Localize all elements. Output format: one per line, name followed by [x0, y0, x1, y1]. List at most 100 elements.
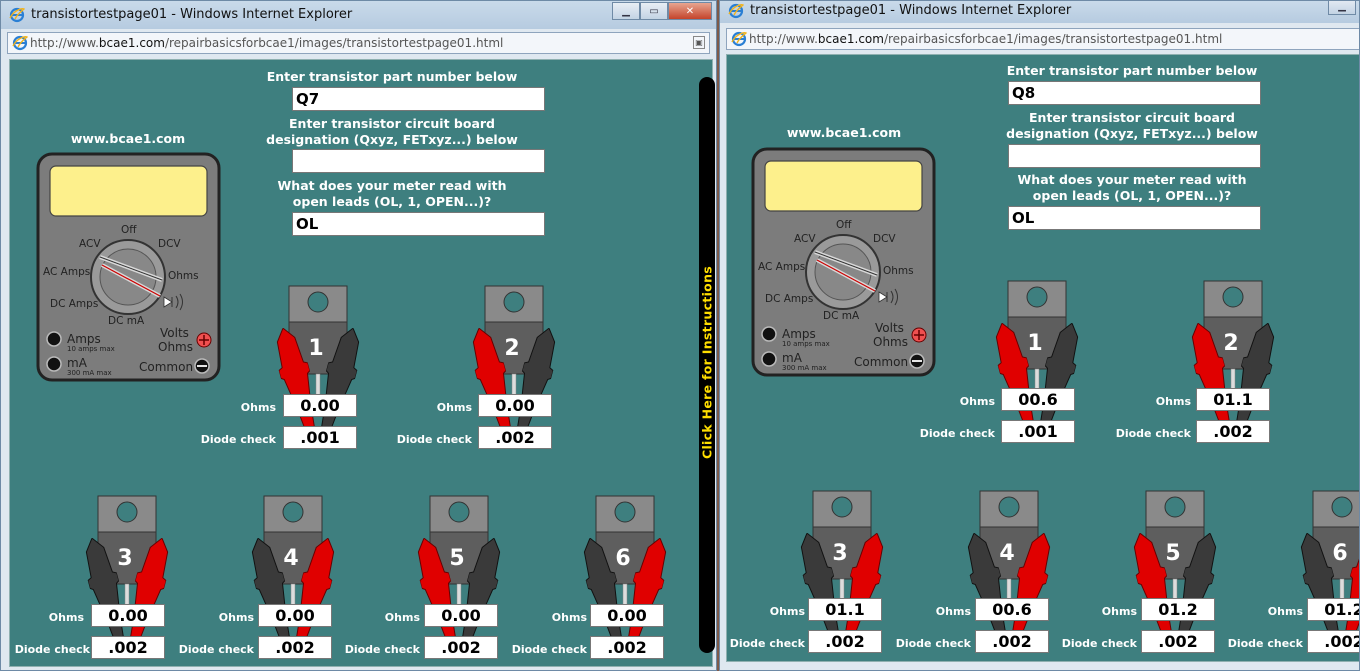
part-number-input[interactable]: Q7	[292, 87, 545, 111]
transistor-4-number: 4	[283, 546, 299, 571]
maximize-button[interactable]: ▭	[640, 2, 668, 20]
page-content: Enter transistor part number below Q7 En…	[9, 59, 715, 667]
ohms-label: Ohms	[959, 395, 995, 408]
diode-check-label: Diode check	[919, 427, 995, 440]
transistor-6-ohms: 01.2	[1307, 598, 1359, 621]
designation-input[interactable]	[1008, 144, 1261, 168]
transistor-3: 3	[55, 450, 195, 660]
designation-label-line1: Enter transistor circuit board	[289, 116, 495, 131]
meter-acv-label: ACV	[79, 238, 101, 250]
url-text[interactable]: http://www.bcae1.com/repairbasicsforbcae…	[30, 36, 503, 50]
ma-jack-sublabel: 300 mA max	[782, 364, 827, 372]
ie-page-icon	[12, 35, 28, 51]
meter-dc-ma-label: DC mA	[823, 310, 860, 322]
part-number-label: Enter transistor part number below	[266, 69, 518, 84]
site-label: www.bcae1.com	[70, 131, 186, 146]
open-leads-label-line2: open leads (OL, 1, OPEN...)?	[1032, 188, 1232, 203]
ohms-jack-label: Ohms	[873, 335, 908, 349]
part-number-input[interactable]: Q8	[1008, 81, 1261, 105]
amps-jack-sublabel: 10 amps max	[782, 340, 830, 348]
window-title: transistortestpage01 - Windows Internet …	[31, 7, 353, 22]
title-bar[interactable]: transistortestpage01 - Windows Internet …	[720, 1, 1359, 23]
diode-check-label: Diode check	[895, 637, 971, 650]
designation-input[interactable]	[292, 149, 545, 173]
ohms-label: Ohms	[1267, 605, 1303, 618]
amps-jack-label: Amps	[67, 332, 101, 346]
transistor-5-ohms: 01.2	[1141, 598, 1215, 621]
amps-jack-sublabel: 10 amps max	[67, 345, 115, 353]
transistor-1-number: 1	[1027, 331, 1043, 356]
title-bar[interactable]: transistortestpage01 - Windows Internet …	[1, 1, 716, 29]
ma-jack-label: mA	[782, 351, 802, 365]
minimize-button[interactable]: ▁	[612, 2, 640, 20]
diode-check-label: Diode check	[14, 643, 90, 656]
transistor-2-diode: .002	[478, 426, 552, 449]
transistor-4-ohms: 00.6	[975, 598, 1049, 621]
transistor-1-number: 1	[308, 336, 324, 361]
window-title: transistortestpage01 - Windows Internet …	[750, 3, 1072, 18]
ie-window-right: transistortestpage01 - Windows Internet …	[719, 0, 1360, 671]
ohms-label: Ohms	[1101, 605, 1137, 618]
address-bar[interactable]: http://www.bcae1.com/repairbasicsforbcae…	[726, 28, 1359, 50]
transistor-1-ohms: 00.6	[1001, 388, 1075, 411]
ie-page-icon	[731, 31, 747, 47]
instructions-bar[interactable]: Click Here for Instructions	[699, 77, 715, 653]
diode-check-label: Diode check	[178, 643, 254, 656]
meter-ohms-label: Ohms	[883, 265, 914, 277]
ohms-label: Ohms	[436, 401, 472, 414]
transistor-4-ohms: 0.00	[258, 604, 332, 627]
ohms-label: Ohms	[48, 611, 84, 624]
meter-off-label: Off	[836, 219, 852, 231]
transistor-5: 5	[387, 450, 527, 660]
minimize-button[interactable]: ▁	[1328, 1, 1356, 15]
transistor-6-number: 6	[615, 546, 631, 571]
diode-check-label: Diode check	[344, 643, 420, 656]
diode-check-label: Diode check	[1115, 427, 1191, 440]
meter-acv-label: ACV	[794, 233, 816, 245]
ohms-label: Ohms	[240, 401, 276, 414]
amps-jack-label: Amps	[782, 327, 816, 341]
diode-check-label: Diode check	[396, 433, 472, 446]
transistor-6-diode: .002	[590, 636, 664, 659]
transistor-6-number: 6	[1332, 541, 1348, 566]
meter-ac-amps-label: AC Amps	[758, 261, 806, 273]
compatibility-view-icon[interactable]: ▣	[693, 36, 705, 49]
multimeter: Off ACV DCV AC Amps Ohms DC Amps DC mA A…	[36, 152, 221, 382]
diode-check-label: Diode check	[1061, 637, 1137, 650]
transistor-4: 4	[221, 450, 361, 660]
transistor-2-number: 2	[504, 336, 520, 361]
close-button[interactable]: ✕	[668, 2, 712, 20]
volts-jack-label: Volts	[875, 321, 904, 335]
transistor-5-diode: .002	[424, 636, 498, 659]
transistor-2-diode: .002	[1196, 420, 1270, 443]
diode-check-label: Diode check	[1227, 637, 1303, 650]
transistor-3-number: 3	[832, 541, 848, 566]
designation-label-line2: designation (Qxyz, FETxyz...) below	[1006, 126, 1258, 141]
transistor-6-diode: .002	[1307, 630, 1359, 653]
common-jack-label: Common	[139, 360, 194, 374]
open-leads-input[interactable]: OL	[292, 212, 545, 236]
transistor-4-diode: .002	[975, 630, 1049, 653]
meter-dcv-label: DCV	[873, 233, 896, 245]
transistor-1: 1	[965, 235, 1105, 445]
ie-window-left: transistortestpage01 - Windows Internet …	[0, 0, 717, 671]
part-number-label: Enter transistor part number below	[1006, 63, 1258, 78]
ohms-label: Ohms	[384, 611, 420, 624]
caption-buttons: ▁	[1328, 1, 1356, 15]
transistor-2-ohms: 01.1	[1196, 388, 1270, 411]
ohms-label: Ohms	[551, 611, 587, 624]
ohms-label: Ohms	[769, 605, 805, 618]
transistor-5-number: 5	[449, 546, 465, 571]
url-text[interactable]: http://www.bcae1.com/repairbasicsforbcae…	[749, 32, 1222, 46]
transistor-3-ohms: 01.1	[808, 598, 882, 621]
transistor-1-diode: .001	[1001, 420, 1075, 443]
open-leads-input[interactable]: OL	[1008, 206, 1261, 230]
address-bar[interactable]: http://www.bcae1.com/repairbasicsforbcae…	[7, 32, 710, 54]
transistor-6: 6	[1270, 445, 1359, 655]
instructions-link[interactable]: Click Here for Instructions	[700, 261, 715, 465]
transistor-2: 2	[1161, 235, 1301, 445]
diode-check-label: Diode check	[511, 643, 587, 656]
ma-jack-sublabel: 300 mA max	[67, 369, 112, 377]
transistor-3-diode: .002	[808, 630, 882, 653]
page-content: Enter transistor part number below Q8 En…	[726, 54, 1359, 662]
